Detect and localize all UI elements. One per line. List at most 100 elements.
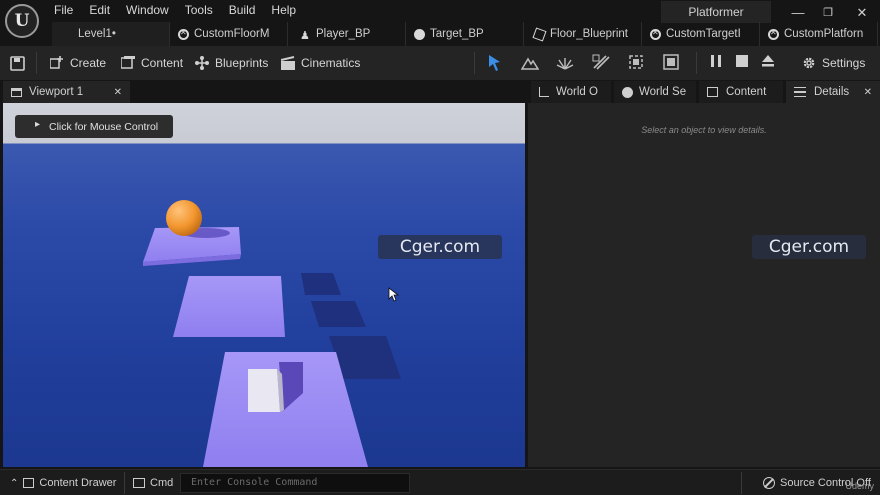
stop-icon[interactable] (733, 54, 751, 72)
toolbar-separator (36, 52, 37, 74)
details-icon (794, 87, 806, 97)
foliage-mode-icon[interactable] (556, 54, 574, 72)
project-name: Platformer (661, 1, 771, 23)
tab-level1[interactable]: Level1• (52, 22, 170, 46)
main-toolbar: Create Content Blueprints Cinematics Set… (0, 46, 880, 80)
select-mode-icon[interactable] (486, 54, 504, 72)
menu-bar: File Edit Window Tools Build Help (46, 0, 304, 20)
menu-window[interactable]: Window (118, 0, 177, 20)
tab-customfloor[interactable]: CustomFloorM (170, 22, 288, 46)
content-label: Content (141, 56, 184, 70)
content-browser-label: Content (726, 86, 767, 98)
settings-button[interactable]: Settings (801, 52, 865, 74)
cube-icon (532, 26, 547, 42)
tab-content-browser[interactable]: Content (699, 81, 783, 103)
tab-floor-blueprint[interactable]: Floor_Blueprint (524, 22, 642, 46)
fracture-mode-icon[interactable] (662, 54, 680, 72)
close-icon[interactable]: ✕ (852, 3, 872, 23)
menu-file[interactable]: File (46, 0, 81, 20)
save-button[interactable] (10, 52, 25, 74)
tab-label: CustomFloorM (194, 28, 270, 40)
menu-tools[interactable]: Tools (177, 0, 221, 20)
viewport-tab-label: Viewport 1 (29, 86, 84, 98)
status-separator (741, 472, 742, 494)
menu-help[interactable]: Help (263, 0, 304, 20)
unreal-logo-icon[interactable]: U (5, 4, 39, 38)
scene-render (143, 200, 401, 467)
blueprints-icon (195, 56, 209, 70)
tab-target-bp[interactable]: Target_BP (406, 22, 524, 46)
tab-player-bp[interactable]: ♟ Player_BP (288, 22, 406, 46)
eject-icon[interactable] (759, 54, 777, 72)
content-drawer-label: Content Drawer (39, 477, 117, 489)
mouse-cursor-icon (388, 287, 400, 302)
mesh-paint-mode-icon[interactable] (592, 54, 610, 72)
tab-world-settings[interactable]: World Se (614, 81, 696, 103)
status-bar: ⌃ Content Drawer Cmd Enter Console Comma… (0, 469, 880, 495)
mouse-control-label: Click for Mouse Control (49, 120, 159, 133)
white-cube (248, 369, 280, 412)
close-tab-icon[interactable]: ✕ (114, 87, 122, 98)
gear-icon (801, 55, 817, 71)
cmd-button[interactable]: Cmd (133, 474, 173, 492)
tab-label: Player_BP (316, 28, 371, 40)
minimize-icon[interactable]: — (788, 3, 808, 23)
tab-customplatform[interactable]: CustomPlatforn (760, 22, 878, 46)
create-button[interactable]: Create (49, 52, 107, 74)
chevron-up-icon: ⌃ (10, 477, 19, 489)
terminal-icon (133, 478, 145, 488)
watermark: Cger.com (752, 235, 866, 259)
tab-world-outliner[interactable]: World O (531, 81, 611, 103)
tab-label: CustomTargetI (666, 28, 741, 40)
blueprint-icon (768, 28, 779, 40)
settings-label: Settings (822, 56, 866, 70)
details-label: Details (814, 86, 850, 98)
restore-icon[interactable]: ❐ (818, 3, 838, 23)
outliner-icon (539, 87, 549, 97)
close-tab-icon[interactable]: ✕ (864, 87, 872, 98)
menu-build[interactable]: Build (221, 0, 264, 20)
pause-icon[interactable] (707, 54, 725, 72)
tab-label: Level1• (78, 28, 116, 40)
corner-watermark: Udemy (845, 481, 874, 491)
cmd-label: Cmd (150, 477, 174, 489)
content-icon (120, 56, 135, 70)
blueprints-button[interactable]: Blueprints (195, 52, 268, 74)
level-viewport[interactable]: Click for Mouse Control Cger.com (3, 103, 525, 467)
details-empty-hint: Select an object to view details. (641, 125, 767, 135)
content-button[interactable]: Content (120, 52, 184, 74)
content-drawer-button[interactable]: ⌃ Content Drawer (10, 474, 116, 492)
viewport-icon (11, 87, 22, 97)
tab-customtarget[interactable]: CustomTargetI (642, 22, 760, 46)
cinematics-button[interactable]: Cinematics (280, 52, 361, 74)
mouse-control-button[interactable]: Click for Mouse Control (15, 115, 173, 138)
panel-tab-bar: Viewport 1 ✕ World O World Se Content De… (0, 80, 880, 103)
clapperboard-icon (280, 56, 295, 70)
pawn-icon: ♟ (300, 29, 310, 42)
document-tabs: Level1• CustomFloorM ♟ Player_BP Target_… (52, 22, 878, 46)
watermark: Cger.com (378, 235, 502, 259)
toolbar-separator (474, 52, 475, 74)
create-icon (49, 56, 64, 70)
platform-middle (173, 276, 285, 337)
menu-edit[interactable]: Edit (81, 0, 118, 20)
orange-ball (166, 200, 202, 236)
cinematics-label: Cinematics (301, 56, 361, 70)
globe-icon (622, 86, 633, 98)
tab-viewport-1[interactable]: Viewport 1 ✕ (3, 81, 130, 103)
tab-details[interactable]: Details ✕ (786, 81, 880, 103)
tab-label: Target_BP (430, 28, 484, 40)
create-label: Create (70, 56, 107, 70)
blueprint-icon (650, 28, 661, 40)
blueprint-icon (178, 28, 189, 40)
sphere-icon (414, 28, 425, 40)
folder-icon (707, 87, 718, 97)
landscape-mode-icon[interactable] (520, 54, 540, 72)
drawer-icon (23, 478, 35, 488)
no-source-control-icon (763, 477, 775, 489)
tab-label: CustomPlatforn (784, 28, 864, 40)
toolbar-separator (696, 52, 697, 74)
modeling-mode-icon[interactable] (627, 54, 645, 72)
shadow-platform (311, 301, 366, 327)
console-command-input[interactable]: Enter Console Command (180, 473, 410, 493)
